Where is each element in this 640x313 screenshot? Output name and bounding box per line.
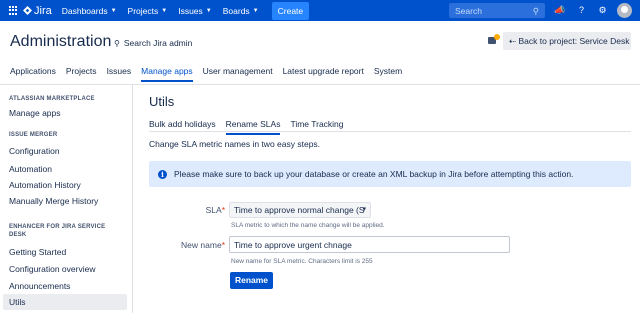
tab-latest-upgrade-report[interactable]: Latest upgrade report	[283, 66, 364, 82]
tab-projects[interactable]: Projects	[66, 66, 97, 82]
nav-issues[interactable]: Issues ▼	[178, 6, 212, 16]
section-title: Utils	[149, 94, 175, 109]
tab-time-tracking[interactable]: Time Tracking	[290, 119, 343, 135]
new-name-input[interactable]	[229, 236, 510, 253]
admin-tabs: Applications Projects Issues Manage apps…	[10, 66, 412, 82]
search-icon: ⚲	[532, 6, 539, 16]
chevron-down-icon: ▼	[252, 7, 259, 14]
search-icon: ⚲	[114, 38, 120, 48]
sidebar-item-utils[interactable]: Utils	[3, 294, 127, 310]
feedback-icon[interactable]	[488, 34, 500, 46]
utils-tabs: Bulk add holidays Rename SLAs Time Track…	[149, 119, 354, 135]
global-search-input[interactable]: Search ⚲	[449, 3, 545, 18]
nav-label: Boards	[222, 5, 250, 16]
sidebar-item-automation-history[interactable]: Automation History	[3, 177, 127, 193]
jira-logo[interactable]: Jira	[9, 5, 52, 17]
admin-search-label: Search Jira admin	[123, 38, 193, 48]
sla-select[interactable]: Time to approve normal change (S ▾	[229, 202, 371, 218]
chevron-down-icon: ▼	[110, 7, 117, 14]
jira-logo-text: Jira	[34, 4, 52, 17]
help-icon[interactable]: ?	[576, 5, 587, 16]
sidebar-item-configuration[interactable]: Configuration	[3, 143, 127, 159]
jira-mark-icon	[23, 6, 32, 15]
sidebar-item-manage-apps[interactable]: Manage apps	[3, 105, 127, 121]
sla-help-text: SLA metric to which the name change will…	[231, 222, 385, 229]
sidebar-item-automation[interactable]: Automation	[3, 161, 127, 177]
new-name-help-text: New name for SLA metric. Characters limi…	[231, 258, 373, 265]
chevron-down-icon: ▼	[205, 7, 212, 14]
info-message: i Please make sure to back up your datab…	[149, 161, 631, 187]
rename-button[interactable]: Rename	[230, 272, 273, 289]
settings-icon[interactable]: ⚙	[597, 5, 608, 16]
tab-system[interactable]: System	[374, 66, 402, 82]
info-text: Please make sure to back up your databas…	[174, 169, 574, 179]
nav-label: Projects	[127, 5, 159, 16]
sidebar-item-configuration-overview[interactable]: Configuration overview	[3, 261, 127, 277]
new-name-field-label: New name*	[145, 240, 225, 250]
sidebar-item-manually-merge-history[interactable]: Manually Merge History	[3, 193, 127, 209]
create-button[interactable]: Create	[271, 1, 310, 20]
nav-dashboards[interactable]: Dashboards ▼	[62, 6, 117, 16]
avatar[interactable]	[617, 3, 632, 18]
required-mark: *	[221, 205, 225, 215]
nav-boards[interactable]: Boards ▼	[223, 6, 259, 16]
back-arrow-icon: ⇠	[509, 36, 517, 46]
tab-user-management[interactable]: User management	[203, 66, 273, 82]
search-placeholder: Search	[455, 6, 482, 16]
info-icon: i	[158, 169, 167, 179]
top-navigation-bar: Jira Dashboards ▼ Projects ▼ Issues ▼ Board…	[0, 0, 640, 21]
nav-label: Issues	[178, 5, 203, 16]
chevron-down-icon: ▼	[161, 7, 168, 14]
chevron-down-icon: ▾	[362, 206, 366, 213]
notifications-icon[interactable]: 📣	[554, 5, 565, 16]
required-mark: *	[221, 240, 225, 250]
tab-bulk-add-holidays[interactable]: Bulk add holidays	[149, 119, 216, 135]
sidebar-heading-marketplace: ATLASSIAN MARKETPLACE	[9, 96, 95, 102]
sidebar-item-getting-started[interactable]: Getting Started	[3, 244, 127, 260]
tab-rename-slas[interactable]: Rename SLAs	[225, 119, 281, 135]
sla-label-text: SLA	[205, 205, 222, 215]
back-button-label: Back to project: Service Desk	[518, 36, 630, 46]
app-switcher-icon[interactable]	[9, 6, 18, 15]
tab-applications[interactable]: Applications	[10, 66, 56, 82]
tab-issues[interactable]: Issues	[107, 66, 132, 82]
nav-projects[interactable]: Projects ▼	[128, 6, 168, 16]
divider	[149, 131, 631, 132]
tab-manage-apps[interactable]: Manage apps	[141, 66, 193, 82]
sidebar-item-announcements[interactable]: Announcements	[3, 278, 127, 294]
intro-text: Change SLA metric names in two easy step…	[149, 139, 321, 149]
admin-search-link[interactable]: ⚲ Search Jira admin	[114, 38, 192, 48]
page-title: Administration	[10, 33, 112, 50]
nav-label: Dashboards	[61, 5, 108, 16]
sla-select-value: Time to approve normal change (S	[234, 205, 365, 215]
new-name-label-text: New name	[181, 240, 222, 250]
back-to-project-button[interactable]: ⇠ Back to project: Service Desk	[503, 32, 631, 50]
sidebar-heading-enhancer: ENHANCER FOR JIRA SERVICE DESK	[9, 224, 106, 238]
sidebar: ATLASSIAN MARKETPLACE Manage apps ISSUE …	[0, 85, 133, 313]
sidebar-heading-issue-merger: ISSUE MERGER	[9, 132, 58, 138]
sla-field-label: SLA*	[145, 205, 225, 215]
